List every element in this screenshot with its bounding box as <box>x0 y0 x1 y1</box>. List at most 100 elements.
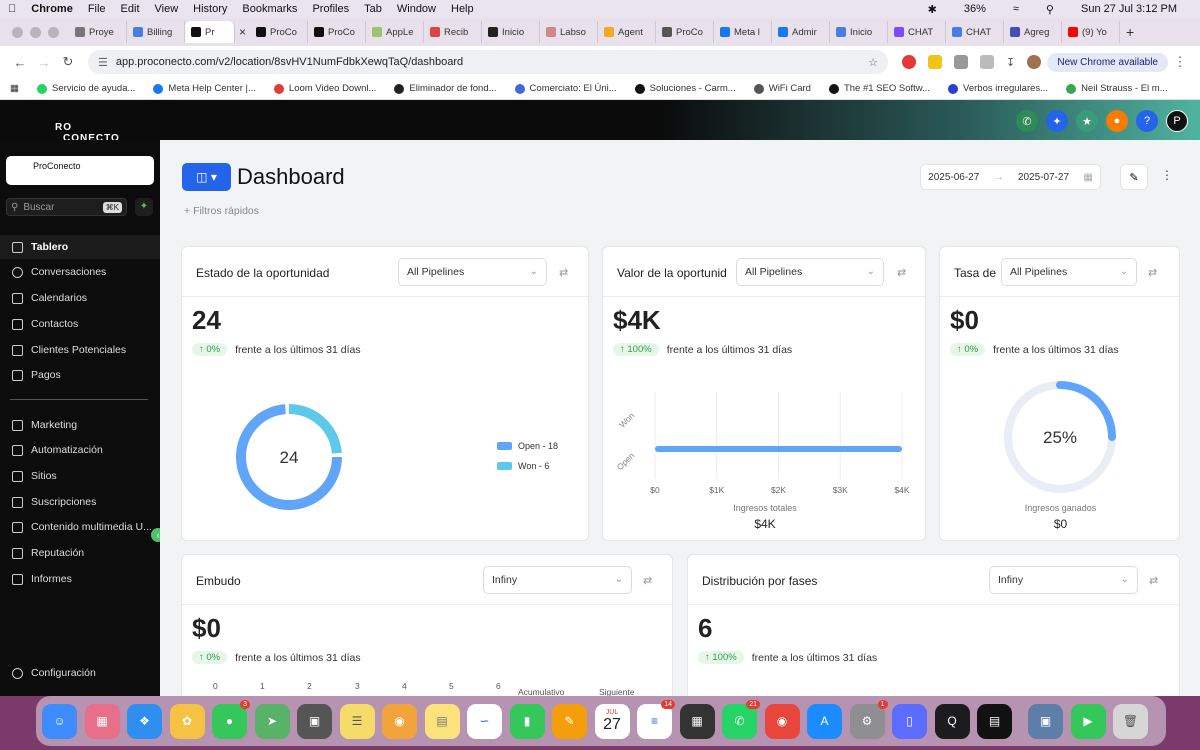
menu-view[interactable]: View <box>155 3 179 15</box>
browser-tab[interactable]: Agent <box>598 21 657 43</box>
ai-sparkle-icon[interactable]: ✦ <box>1046 110 1068 132</box>
bar-open[interactable] <box>655 446 902 452</box>
new-tab-icon[interactable]: + <box>1126 24 1134 40</box>
screenshot-icon[interactable]: ▣ <box>297 703 332 739</box>
pipeline-select[interactable]: All Pipelines ⌄ <box>398 258 547 286</box>
account-switcher[interactable]: ProConecto <box>6 156 154 185</box>
quick-action-icon[interactable]: ✦ <box>135 198 153 216</box>
menu-chrome[interactable]: Chrome <box>31 3 73 15</box>
browser-tab[interactable]: Agreg <box>1004 21 1063 43</box>
clock[interactable]: Sun 27 Jul 3:12 PM <box>1081 3 1177 15</box>
sidebar-item-conversaciones[interactable]: Conversaciones <box>0 260 160 284</box>
browser-tab[interactable]: AppLe <box>366 21 425 43</box>
browser-tab[interactable]: Labso <box>540 21 599 43</box>
sidebar-item-automatizacion[interactable]: Automatización <box>0 438 160 462</box>
profile-avatar-icon[interactable] <box>1027 55 1042 69</box>
filter-settings-icon[interactable]: ⇄ <box>1148 266 1157 279</box>
pipeline-select[interactable]: Infiny ⌄ <box>483 566 632 594</box>
bookmark[interactable]: Servicio de ayuda... <box>36 83 135 94</box>
calculator-icon[interactable]: ▦ <box>679 703 715 739</box>
maps-icon[interactable]: ➤ <box>254 703 290 739</box>
bookmark[interactable]: Eliminador de fond... <box>394 83 497 94</box>
sidebar-item-configuracion[interactable]: Configuración <box>0 661 160 685</box>
sidebar-item-reputacion[interactable]: Reputación <box>0 541 160 565</box>
photos-icon[interactable]: ✿ <box>169 703 205 739</box>
legend-won[interactable]: Won - 6 <box>497 461 549 471</box>
menu-tab[interactable]: Tab <box>364 3 382 15</box>
trash-icon[interactable]: 🗑 <box>1113 703 1148 739</box>
browser-tab[interactable]: Billing <box>127 21 185 43</box>
chrome-icon[interactable]: ◉ <box>764 703 800 739</box>
close-window-button[interactable] <box>12 26 23 38</box>
chrome-menu-icon[interactable]: ⋮ <box>1168 54 1192 70</box>
sidebar-item-calendarios[interactable]: Calendarios <box>0 286 160 310</box>
phone-icon[interactable]: ✆ <box>1016 110 1038 132</box>
menu-help[interactable]: Help <box>451 3 474 15</box>
bookmark[interactable]: Comerciato: El Úni... <box>514 83 617 94</box>
browser-tab[interactable]: Proye <box>69 21 127 43</box>
launchpad-icon[interactable]: ▦ <box>84 703 120 739</box>
bookmark[interactable]: The #1 SEO Softw... <box>828 83 930 94</box>
sidebar-item-informes[interactable]: Informes <box>0 567 160 591</box>
sidebar-item-contenido-multimedia[interactable]: Contenido multimedia U... <box>0 515 160 539</box>
numbers-icon[interactable]: ▮ <box>509 703 545 739</box>
sidebar-item-contactos[interactable]: Contactos <box>0 312 160 336</box>
browser-tab[interactable]: CHAT <box>888 21 947 43</box>
menu-window[interactable]: Window <box>397 3 436 15</box>
site-settings-icon[interactable]: ☰ <box>98 56 108 69</box>
filter-settings-icon[interactable]: ⇄ <box>559 266 568 279</box>
apps-grid-icon[interactable]: ▦ <box>10 83 19 94</box>
freeform-icon[interactable]: ∽ <box>467 703 502 739</box>
quick-filters-button[interactable]: + Filtros rápidos <box>184 205 259 217</box>
browser-tab[interactable]: Admir <box>772 21 831 43</box>
finder-icon[interactable]: ☺ <box>42 703 77 739</box>
quicktime-icon[interactable]: Q <box>934 703 970 739</box>
system-settings-icon[interactable]: ⚙ 1 <box>849 699 888 739</box>
back-icon[interactable]: ← <box>8 55 32 70</box>
download-icon[interactable]: ↧ <box>1006 56 1015 69</box>
more-options-icon[interactable]: ⋮ <box>1161 168 1173 182</box>
reload-icon[interactable]: ↻ <box>56 54 80 70</box>
menu-file[interactable]: File <box>88 3 106 15</box>
bookmark[interactable]: Loom Video Downl... <box>273 83 376 94</box>
zoom-window-button[interactable] <box>48 26 59 38</box>
extension-icon[interactable] <box>954 55 968 69</box>
sidebar-item-marketing[interactable]: Marketing <box>0 413 160 437</box>
bluetooth-icon[interactable]: ✱ <box>928 3 937 16</box>
sidebar-item-tablero[interactable]: Tablero <box>0 235 160 259</box>
sidebar-item-clientes-potenciales[interactable]: Clientes Potenciales <box>0 338 160 362</box>
user-avatar[interactable]: P <box>1166 110 1188 132</box>
bookmark[interactable]: Meta Help Center |... <box>153 83 256 94</box>
capcut-icon[interactable]: ▤ <box>977 703 1012 739</box>
browser-tab[interactable]: (9) Yo <box>1062 21 1121 43</box>
menu-history[interactable]: History <box>193 3 227 15</box>
edit-dashboard-button[interactable]: ✎ <box>1120 164 1148 190</box>
menu-edit[interactable]: Edit <box>121 3 140 15</box>
filter-settings-icon[interactable]: ⇄ <box>1149 574 1158 587</box>
legend-open[interactable]: Open - 18 <box>497 441 558 451</box>
sidebar-item-pagos[interactable]: Pagos <box>0 363 160 387</box>
chrome-canary-icon[interactable]: ◉ <box>382 703 417 739</box>
calendar-icon[interactable]: JUL 27 <box>594 703 630 739</box>
app-store-icon[interactable]: A <box>807 703 842 739</box>
browser-tab[interactable]: ProCo <box>250 21 309 43</box>
filter-settings-icon[interactable]: ⇄ <box>643 574 652 587</box>
messages-icon[interactable]: ● 3 <box>212 699 250 739</box>
notes-icon[interactable]: ▤ <box>424 703 460 739</box>
pipeline-select[interactable]: All Pipelines ⌄ <box>736 258 884 286</box>
menu-bookmarks[interactable]: Bookmarks <box>242 3 297 15</box>
browser-tab[interactable]: ProCo <box>656 21 715 43</box>
browser-tab[interactable]: Recib <box>424 21 483 43</box>
bookmark[interactable]: WiFi Card <box>753 83 811 94</box>
stickies-icon[interactable]: ☰ <box>339 703 375 739</box>
sidebar-item-suscripciones[interactable]: Suscripciones <box>0 490 160 514</box>
help-icon[interactable]: ? <box>1136 110 1158 132</box>
sidebar-search-input[interactable]: ⚲ Buscar ⌘K <box>6 198 127 216</box>
browser-tab[interactable]: Inicio <box>830 21 889 43</box>
menu-profiles[interactable]: Profiles <box>312 3 349 15</box>
forward-icon[interactable]: → <box>32 55 56 70</box>
browser-tab-active[interactable]: Pr <box>185 21 235 43</box>
puzzle-icon[interactable] <box>980 55 994 69</box>
browser-tab[interactable]: Meta l <box>714 21 773 43</box>
battery-percent[interactable]: 36% <box>964 3 986 15</box>
